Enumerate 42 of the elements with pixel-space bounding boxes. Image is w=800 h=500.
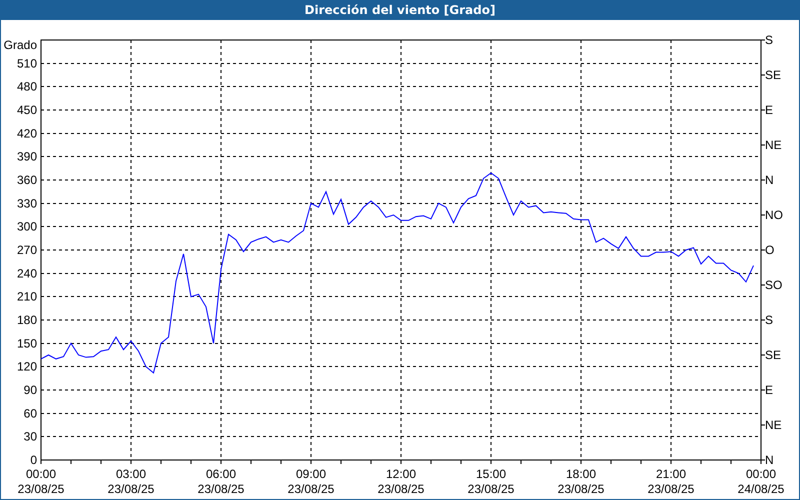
tick-label: 390	[16, 150, 37, 164]
tick-label: 150	[16, 336, 37, 350]
tick-label: N	[765, 173, 774, 187]
tick-label: 60	[24, 406, 37, 420]
tick-label: 360	[16, 173, 37, 187]
tick-label: E	[765, 103, 774, 117]
tick-label: 00:00 23/08/25	[18, 467, 64, 496]
tick-label: 120	[16, 360, 37, 374]
tick-label: NE	[765, 418, 782, 432]
tick-label: 510	[16, 56, 37, 70]
tick-label: 12:00 23/08/25	[378, 467, 424, 496]
tick-label: 270	[16, 243, 37, 257]
tick-label: 15:00 23/08/25	[468, 467, 514, 496]
tick-label: SO	[765, 278, 782, 292]
axis-label: Grado	[4, 38, 37, 52]
tick-label: 30	[24, 430, 37, 444]
tick-label: 18:00 23/08/25	[558, 467, 604, 496]
window-title: Dirección del viento [Grado]	[304, 3, 496, 17]
tick-label: O	[765, 243, 774, 257]
tick-label: 03:00 23/08/25	[108, 467, 154, 496]
tick-label: 180	[16, 313, 37, 327]
tick-label: SE	[765, 68, 782, 82]
tick-label: 420	[16, 126, 37, 140]
tick-label: 06:00 23/08/25	[198, 467, 244, 496]
tick-label: 330	[16, 196, 37, 210]
tick-label: 480	[16, 80, 37, 94]
tick-label: 09:00 23/08/25	[288, 467, 334, 496]
tick-label: 300	[16, 220, 37, 234]
tick-label: 240	[16, 266, 37, 280]
tick-label: 21:00 23/08/25	[648, 467, 694, 496]
tick-label: S	[765, 33, 774, 47]
tick-label: N	[765, 453, 774, 467]
tick-label: 00:00 24/08/25	[738, 467, 784, 496]
tick-label: 0	[30, 453, 37, 467]
tick-label: 450	[16, 103, 37, 117]
tick-label: NO	[765, 208, 783, 222]
tick-label: 90	[24, 383, 37, 397]
tick-label: SE	[765, 348, 782, 362]
tick-label: S	[765, 313, 774, 327]
tick-label: 210	[16, 290, 37, 304]
tick-label: NE	[765, 138, 782, 152]
tick-label: E	[765, 383, 774, 397]
